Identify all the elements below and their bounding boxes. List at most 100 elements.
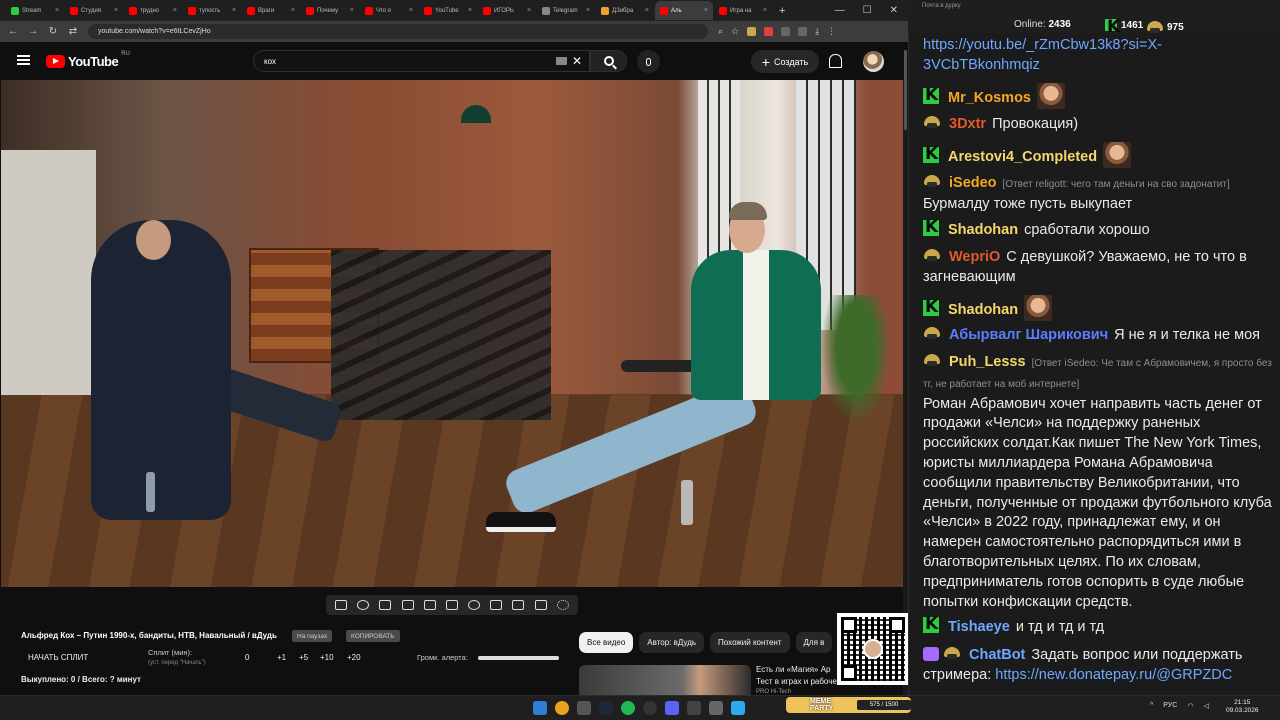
- picture-in-picture-icon[interactable]: [423, 600, 436, 610]
- create-button[interactable]: + Создать: [751, 50, 819, 73]
- recommended-video-thumbnail[interactable]: [579, 665, 751, 695]
- close-window-button[interactable]: ✕: [890, 5, 898, 16]
- extension-icon[interactable]: [798, 27, 808, 36]
- pause-mode-button[interactable]: На паузах: [292, 630, 333, 642]
- tab-close-icon[interactable]: ×: [173, 7, 177, 14]
- zoom-icon[interactable]: ⌕: [718, 26, 723, 37]
- tab-close-icon[interactable]: ×: [645, 7, 649, 14]
- chat-nick[interactable]: Shadohan: [948, 302, 1018, 318]
- chat-nick[interactable]: Shadohan: [948, 222, 1018, 238]
- site-info-icon[interactable]: ⇄: [68, 26, 78, 37]
- tab-close-icon[interactable]: ×: [468, 7, 472, 14]
- audio-icon[interactable]: [357, 600, 370, 610]
- chat-nick[interactable]: Puh_Lesss: [949, 354, 1026, 370]
- add-icon[interactable]: [490, 600, 503, 610]
- page-scrollbar-thumb[interactable]: [904, 50, 907, 130]
- tab-close-icon[interactable]: ×: [114, 7, 118, 14]
- minimize-button[interactable]: —: [835, 5, 845, 16]
- copy-button[interactable]: КОПИРОВАТЬ: [346, 630, 400, 642]
- maximize-button[interactable]: ☐: [863, 5, 872, 16]
- chat-panel[interactable]: https://youtu.be/_rZmCbw13k8?si=X-3VCbTB…: [908, 33, 1280, 695]
- tab-close-icon[interactable]: ×: [291, 7, 295, 14]
- browser-tab[interactable]: трудно ×: [124, 1, 182, 20]
- tab-close-icon[interactable]: ×: [763, 7, 767, 14]
- chat-nick[interactable]: Mr_Kosmos: [948, 90, 1031, 106]
- tray-arrow-icon[interactable]: ^: [1150, 702, 1153, 710]
- donate-link[interactable]: https://new.donatepay.ru/@GRPZDC: [995, 667, 1232, 683]
- chip-similar[interactable]: Похожий контент: [710, 632, 790, 653]
- files-icon[interactable]: [577, 701, 591, 715]
- browser-tab[interactable]: Что я ×: [360, 1, 418, 20]
- recommended-video-title[interactable]: Есть ли «Магия» Ар: [756, 665, 831, 674]
- app-icon[interactable]: [709, 701, 723, 715]
- clapper-icon[interactable]: [401, 600, 414, 610]
- browser-tab[interactable]: Stream ×: [6, 1, 64, 20]
- forward-icon[interactable]: →: [28, 26, 38, 37]
- chrome-icon[interactable]: [555, 701, 569, 715]
- new-tab-button[interactable]: +: [779, 5, 785, 17]
- discord-icon[interactable]: [665, 701, 679, 715]
- bookmark-star-icon[interactable]: ☆: [731, 26, 739, 37]
- browser-tab[interactable]: YouTube ×: [419, 1, 477, 20]
- reload-icon[interactable]: ↻: [48, 26, 58, 37]
- browser-tab[interactable]: ИГОРЬ ×: [478, 1, 536, 20]
- split-add-1-button[interactable]: +1: [277, 653, 286, 662]
- chat-nick[interactable]: Tishaeye: [948, 619, 1010, 635]
- split-add-20-button[interactable]: +20: [347, 653, 361, 662]
- spotify-icon[interactable]: [621, 701, 635, 715]
- split-add-10-button[interactable]: +10: [320, 653, 334, 662]
- chip-for-you[interactable]: Для в: [795, 632, 833, 653]
- obs-icon[interactable]: [643, 701, 657, 715]
- chat-nick[interactable]: ChatBot: [969, 647, 1025, 663]
- extension-icon[interactable]: [764, 27, 774, 36]
- tab-close-icon[interactable]: ×: [409, 7, 413, 14]
- search-input[interactable]: кох ✕: [253, 50, 590, 72]
- chat-nick[interactable]: iSedeo: [949, 175, 997, 191]
- chat-nick[interactable]: Абырвалг Шарикович: [949, 327, 1108, 343]
- chip-author[interactable]: Автор: вДудь: [639, 632, 705, 653]
- alert-volume-slider[interactable]: [478, 656, 559, 660]
- extension-icon[interactable]: [781, 27, 791, 36]
- browser-tab[interactable]: тупость ×: [183, 1, 241, 20]
- telegram-icon[interactable]: [731, 701, 745, 715]
- gear-icon[interactable]: [556, 600, 569, 610]
- clock[interactable]: 21:15 09.03.2026: [1226, 699, 1259, 715]
- clear-search-icon[interactable]: ✕: [572, 54, 582, 68]
- tab-close-icon[interactable]: ×: [586, 7, 590, 14]
- tab-close-icon[interactable]: ×: [350, 7, 354, 14]
- chip-all-videos[interactable]: Все видео: [579, 632, 634, 653]
- chat-nick[interactable]: WepriO: [949, 249, 1000, 265]
- chat-link-message[interactable]: https://youtu.be/_rZmCbw13k8?si=X-3VCbTB…: [923, 36, 1263, 76]
- browser-tab[interactable]: ДЗибра ×: [596, 1, 654, 20]
- menu-dots-icon[interactable]: ⋮: [827, 26, 836, 37]
- youtube-logo[interactable]: YouTube RU: [46, 51, 130, 69]
- screen-record-icon[interactable]: [379, 600, 392, 610]
- browser-tab[interactable]: Враги ×: [242, 1, 300, 20]
- search-button[interactable]: [590, 50, 627, 72]
- download-icon[interactable]: ⤓: [815, 26, 819, 37]
- tab-close-icon[interactable]: ×: [232, 7, 236, 14]
- steam-icon[interactable]: [599, 701, 613, 715]
- chat-nick[interactable]: 3Dxtr: [949, 116, 986, 132]
- start-split-button[interactable]: НАЧАТЬ СПЛИТ: [28, 653, 88, 662]
- app-icon[interactable]: [687, 701, 701, 715]
- tab-close-icon[interactable]: ×: [527, 7, 531, 14]
- tab-close-icon[interactable]: ×: [55, 7, 59, 14]
- screenshot-icon[interactable]: [512, 600, 525, 610]
- loop-icon[interactable]: [335, 600, 348, 610]
- browser-tab[interactable]: Игра на ×: [714, 1, 772, 20]
- browser-tab[interactable]: Telegram ×: [537, 1, 595, 20]
- browser-tab[interactable]: Студия ×: [65, 1, 123, 20]
- video-player[interactable]: [1, 80, 903, 587]
- voice-search-button[interactable]: [637, 50, 660, 73]
- back-icon[interactable]: ←: [8, 26, 18, 37]
- extension-icon[interactable]: [747, 27, 757, 36]
- keyboard-icon[interactable]: [556, 57, 567, 65]
- avatar[interactable]: [863, 51, 884, 72]
- speed-icon[interactable]: [468, 600, 481, 610]
- url-field[interactable]: youtube.com/watch?v=e6tLCevZjHo: [88, 24, 708, 39]
- menu-icon[interactable]: [17, 55, 30, 65]
- split-value[interactable]: 0: [245, 653, 249, 662]
- wifi-icon[interactable]: ◠: [1187, 702, 1193, 710]
- split-add-5-button[interactable]: +5: [299, 653, 308, 662]
